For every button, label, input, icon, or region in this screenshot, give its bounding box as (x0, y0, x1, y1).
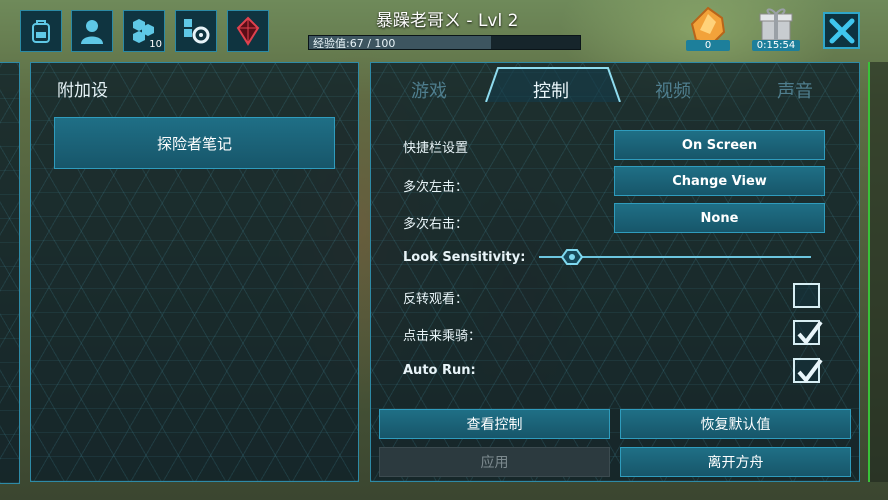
auto-run-label: Auto Run: (403, 363, 476, 378)
character-icon (81, 20, 103, 44)
right-edge-panel (868, 62, 888, 482)
multi-right-click-label: 多次右击： (403, 217, 469, 232)
tek-button[interactable] (227, 10, 269, 52)
slider-handle[interactable] (560, 249, 583, 265)
tribe-settings-icon (184, 19, 210, 44)
invert-look-checkbox[interactable] (793, 283, 820, 308)
tap-to-ride-checkbox[interactable] (793, 320, 823, 345)
tab-audio[interactable]: 声音 (777, 77, 813, 103)
auto-run-checkbox[interactable] (793, 358, 823, 383)
extras-title: 附加设 (57, 81, 108, 101)
engram-count: 10 (149, 39, 162, 50)
multi-right-click-select[interactable]: None (614, 203, 825, 233)
checkmark-icon (797, 320, 823, 344)
multi-left-click-label: 多次左击： (403, 180, 469, 195)
tab-controls[interactable]: 控制 (533, 77, 569, 103)
inventory-button[interactable] (20, 10, 62, 52)
close-button[interactable] (823, 12, 860, 49)
leave-ark-button[interactable]: 离开方舟 (620, 447, 851, 477)
tab-game[interactable]: 游戏 (411, 77, 447, 103)
tab-video[interactable]: 视频 (655, 77, 691, 103)
close-icon (829, 18, 854, 43)
view-controls-button[interactable]: 查看控制 (379, 409, 610, 439)
tek-crystal-icon (236, 16, 260, 46)
restore-defaults-button[interactable]: 恢复默认值 (620, 409, 851, 439)
xp-label: 经验值:67 / 100 (313, 37, 396, 50)
tribe-settings-button[interactable] (175, 10, 217, 52)
look-sensitivity-label: Look Sensitivity: (403, 250, 526, 265)
xp-bar: 经验值:67 / 100 (308, 35, 581, 50)
hotbar-label: 快捷栏设置 (403, 141, 469, 156)
left-edge-panel (0, 62, 20, 484)
engrams-button[interactable]: 10 (123, 10, 165, 52)
tap-to-ride-label: 点击来乘骑： (403, 329, 482, 344)
options-panel: 游戏 控制 视频 声音 快捷栏设置 On Screen 多次左击： Change… (370, 62, 860, 482)
gift-timer: 0:15:54 (752, 40, 800, 51)
checkmark-icon (797, 358, 823, 382)
extras-panel: 附加设 探险者笔记 (30, 62, 359, 482)
explorer-notes-button[interactable]: 探险者笔记 (54, 117, 335, 169)
invert-look-label: 反转观看： (403, 292, 469, 307)
player-name: 暴躁老哥ㄨ - Lvl 2 (376, 11, 519, 31)
multi-left-click-select[interactable]: Change View (614, 166, 825, 196)
hotbar-select[interactable]: On Screen (614, 130, 825, 160)
character-button[interactable] (71, 10, 113, 52)
gift-icon[interactable] (756, 4, 796, 44)
backpack-icon (32, 20, 50, 43)
gem-count: 0 (686, 40, 730, 51)
apply-button[interactable]: 应用 (379, 447, 610, 477)
